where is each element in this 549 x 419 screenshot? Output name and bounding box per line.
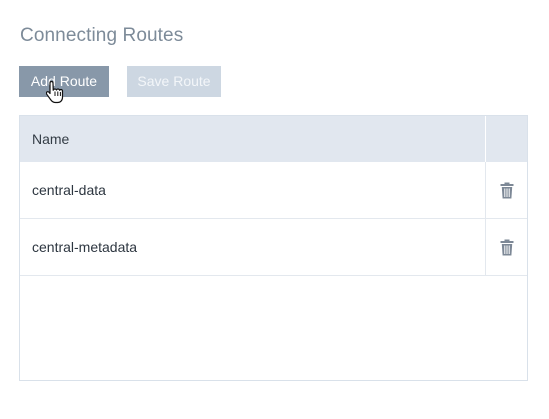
connecting-routes-panel: Connecting Routes Add Route Save Route N… bbox=[0, 0, 549, 419]
row-actions-cell bbox=[486, 162, 527, 218]
row-actions-cell bbox=[486, 219, 527, 275]
save-route-button[interactable]: Save Route bbox=[127, 66, 221, 97]
column-header-name[interactable]: Name bbox=[20, 116, 486, 162]
route-name-cell: central-metadata bbox=[20, 219, 486, 275]
table-header: Name bbox=[20, 116, 527, 162]
table-row[interactable]: central-metadata bbox=[20, 219, 527, 276]
trash-icon[interactable] bbox=[500, 239, 514, 256]
hand-pointer-cursor-icon bbox=[46, 80, 64, 104]
route-name-cell: central-data bbox=[20, 162, 486, 218]
table-row[interactable]: central-data bbox=[20, 162, 527, 219]
section-title: Connecting Routes bbox=[20, 25, 184, 46]
column-header-actions bbox=[486, 116, 527, 162]
trash-icon[interactable] bbox=[500, 182, 514, 199]
routes-table: Name central-data central-metadata bbox=[19, 115, 528, 381]
add-route-button[interactable]: Add Route bbox=[19, 66, 109, 97]
